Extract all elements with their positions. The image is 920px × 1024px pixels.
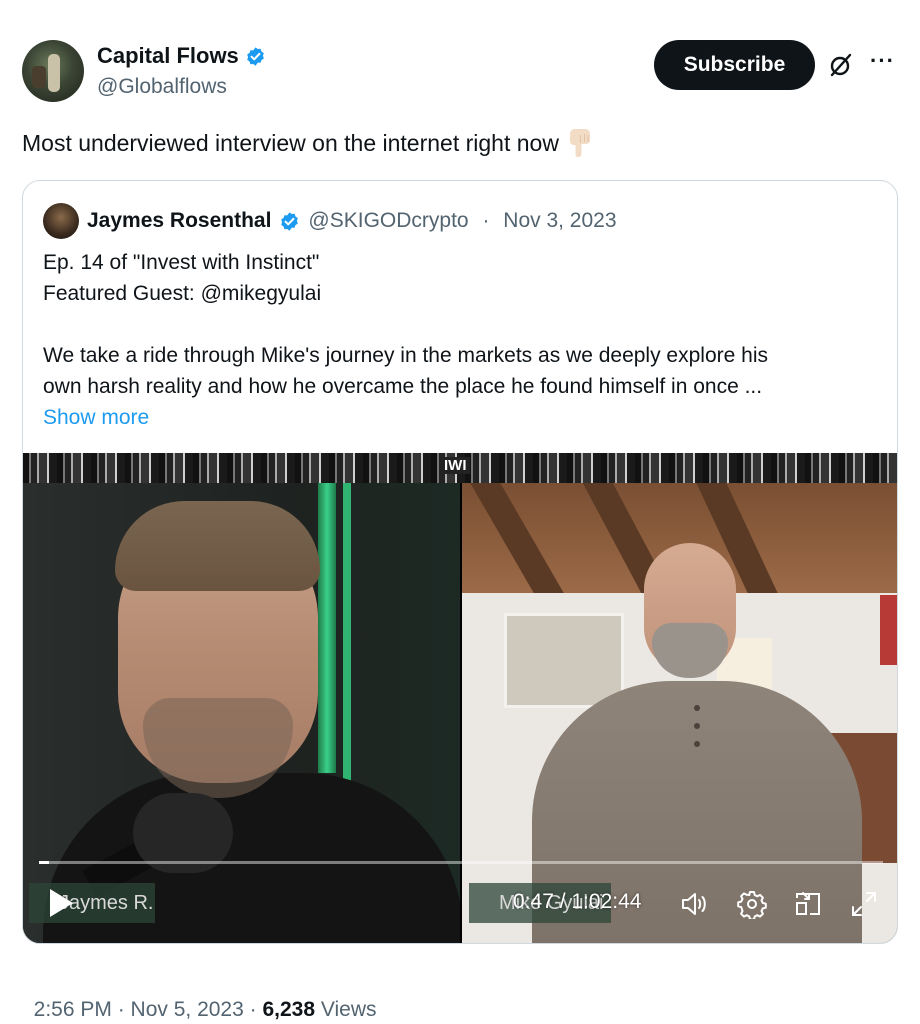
more-options-icon[interactable]: ···	[870, 48, 895, 74]
play-icon[interactable]	[47, 887, 75, 919]
grok-icon[interactable]	[828, 52, 854, 78]
quoted-date[interactable]: Nov 3, 2023	[503, 209, 616, 233]
author-name[interactable]: Capital Flows	[97, 43, 239, 69]
quoted-text-line: We take a ride through Mike's journey in…	[43, 344, 768, 367]
video-progress-fill	[39, 861, 50, 864]
wall-art	[880, 595, 897, 665]
quoted-author-handle[interactable]: @SKIGODcrypto	[308, 209, 468, 233]
subscribe-button[interactable]: Subscribe	[654, 40, 815, 90]
video-player[interactable]: IWI Jaymes R. Mike Gyulai 0:47 / 1:02:44	[23, 453, 897, 943]
volume-icon[interactable]	[679, 889, 709, 919]
tweet-timestamp[interactable]: 2:56 PM · Nov 5, 2023 ·	[34, 998, 263, 1021]
ceiling-beam	[470, 483, 564, 593]
avatar-figure	[48, 54, 60, 92]
quoted-tweet[interactable]: Jaymes Rosenthal @SKIGODcrypto · Nov 3, …	[22, 180, 898, 944]
quoted-author-avatar[interactable]	[43, 203, 79, 239]
meta-separator: ·	[476, 209, 496, 232]
quoted-tweet-body: Ep. 14 of "Invest with Instinct" Feature…	[43, 247, 879, 433]
quoted-tweet-header: Jaymes Rosenthal @SKIGODcrypto · Nov 3, …	[43, 203, 617, 239]
quoted-text-line: Featured Guest: @mikegyulai	[43, 282, 322, 305]
verified-badge-icon	[246, 46, 264, 66]
avatar-figure	[32, 66, 46, 88]
video-time: 0:47 / 1:02:44	[513, 890, 642, 913]
settings-gear-icon[interactable]	[737, 889, 767, 919]
author-name-row[interactable]: Capital Flows	[97, 43, 266, 69]
video-progress-bar[interactable]	[39, 861, 883, 864]
fullscreen-icon[interactable]	[849, 889, 879, 919]
quoted-text-line: Ep. 14 of "Invest with Instinct"	[43, 251, 320, 274]
host-hair	[115, 501, 320, 591]
show-more-link[interactable]: Show more	[43, 402, 879, 433]
views-label: Views	[315, 998, 377, 1021]
author-handle[interactable]: @Globalflows	[97, 75, 227, 99]
verified-badge-icon	[281, 211, 299, 231]
background-light	[343, 483, 351, 783]
backhand-index-pointing-down-icon	[569, 129, 590, 157]
tweet-text: Most underviewed interview on the intern…	[22, 128, 595, 158]
background-light	[318, 483, 336, 773]
video-logo: IWI	[441, 457, 470, 474]
tweet-metadata: 2:56 PM · Nov 5, 2023 · 6,238 Views	[22, 974, 377, 1022]
video-controls: Jaymes R. Mike Gyulai 0:47 / 1:02:44	[23, 873, 897, 933]
tweet-header: Capital Flows @Globalflows Subscribe ···	[22, 38, 898, 102]
author-avatar[interactable]	[22, 40, 84, 102]
views-count: 6,238	[262, 998, 316, 1021]
quoted-author-name[interactable]: Jaymes Rosenthal	[87, 209, 271, 233]
tweet-body: Most underviewed interview on the intern…	[22, 129, 559, 156]
quoted-text-line: own harsh reality and how he overcame th…	[43, 375, 763, 398]
wall-shelf	[504, 613, 624, 708]
picture-in-picture-icon[interactable]	[793, 889, 823, 919]
